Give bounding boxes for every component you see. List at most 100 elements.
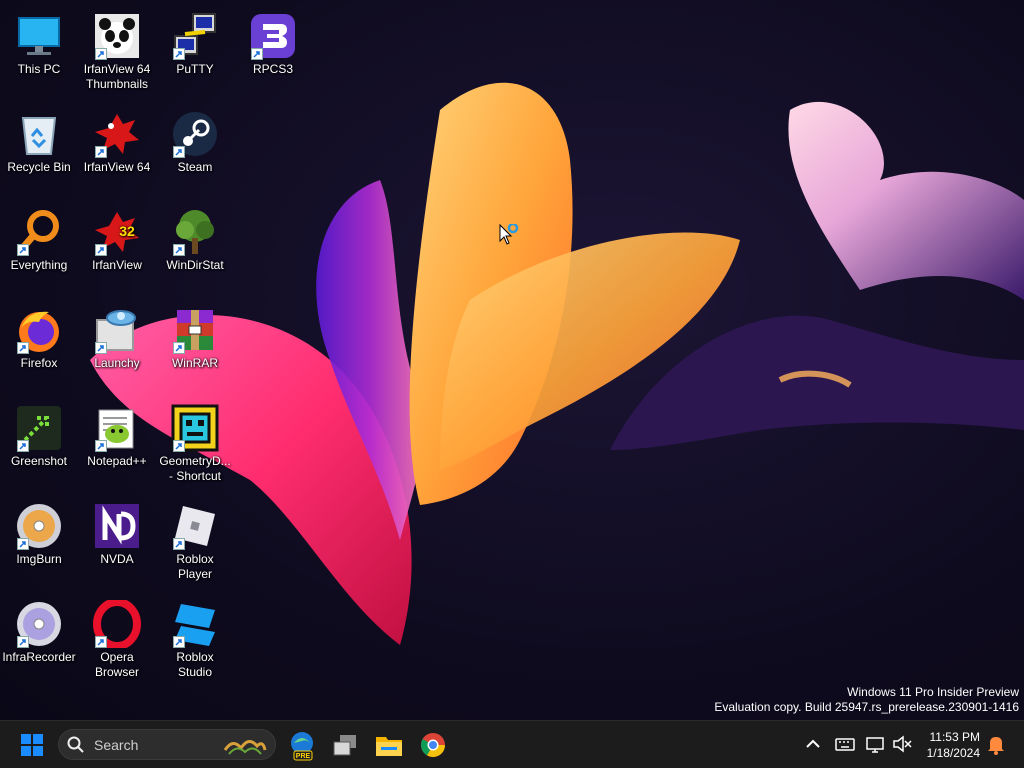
desktop-icon-notepadpp[interactable]: Notepad++	[78, 396, 156, 486]
shortcut-arrow-icon	[175, 51, 182, 58]
desktop-icon-firefox[interactable]: Firefox	[0, 298, 78, 388]
shortcut-arrow-icon	[19, 247, 26, 254]
shortcut-arrow-icon	[19, 541, 26, 548]
search-icon	[67, 736, 84, 753]
desktop-icon-putty[interactable]: PuTTY	[156, 4, 234, 94]
start-button[interactable]	[14, 727, 50, 763]
icon-label: WinRAR	[171, 356, 218, 370]
irfanview-32-badge: 32	[119, 223, 135, 239]
icon-label: Steam	[177, 160, 213, 174]
shortcut-arrow-icon	[175, 149, 182, 156]
icon-label: Greenshot	[10, 454, 68, 468]
watermark-edition: Windows 11 Pro Insider Preview	[847, 685, 1019, 699]
chrome-button[interactable]	[415, 727, 451, 763]
notification-center-button[interactable]	[984, 731, 1008, 757]
icon-label: Roblox Studio	[176, 650, 214, 679]
chevron-up-icon	[806, 739, 820, 748]
taskbar-clock[interactable]: 11:53 PM 1/18/2024	[927, 729, 980, 761]
touch-keyboard-button[interactable]	[833, 731, 857, 757]
desktop-icon-this-pc[interactable]: This PC	[0, 4, 78, 94]
network-button[interactable]	[864, 731, 888, 757]
task-view-button[interactable]	[327, 727, 363, 763]
task-view-icon	[333, 735, 356, 756]
nvda-icon	[95, 504, 139, 548]
shortcut-arrow-icon	[97, 639, 104, 646]
shortcut-arrow-icon	[19, 345, 26, 352]
icon-label: PuTTY	[176, 62, 214, 76]
desktop-icon-everything[interactable]: Everything	[0, 200, 78, 290]
icon-label: Recycle Bin	[7, 160, 71, 174]
edge-beta-icon: PRE	[291, 732, 313, 761]
network-icon	[866, 737, 884, 753]
shortcut-arrow-icon	[175, 345, 182, 352]
shortcut-arrow-icon	[97, 247, 104, 254]
icon-label: Opera Browser	[94, 650, 139, 679]
bell-icon	[988, 737, 1004, 755]
desktop-icon-irfanview[interactable]: 32 IrfanView	[78, 200, 156, 290]
recycle-bin-icon	[21, 117, 57, 155]
busy-cursor-icon	[499, 224, 519, 245]
desktop-icon-roblox-player[interactable]: Roblox Player	[156, 494, 234, 584]
watermark-build: Evaluation copy. Build 25947.rs_prerelea…	[714, 700, 1019, 714]
shortcut-arrow-icon	[175, 247, 182, 254]
edge-beta-button[interactable]: PRE	[284, 727, 320, 763]
icon-label: Launchy	[94, 356, 140, 370]
edge-pre-badge: PRE	[296, 753, 311, 760]
taskbar: Search PRE 11:53 PM 1/18/2024	[0, 720, 1024, 768]
icon-label: Roblox Player	[176, 552, 214, 581]
desktop[interactable]: This PC IrfanView 64 Thumbnails PuTTY RP…	[0, 0, 1024, 720]
icon-label: GeometryD... - Shortcut	[159, 454, 231, 483]
search-placeholder: Search	[94, 737, 139, 753]
desktop-icon-infrarecorder[interactable]: InfraRecorder	[0, 592, 78, 682]
shortcut-arrow-icon	[97, 345, 104, 352]
icon-label: WinDirStat	[166, 258, 224, 272]
desktop-icon-winrar[interactable]: WinRAR	[156, 298, 234, 388]
desktop-icon-rpcs3[interactable]: RPCS3	[234, 4, 312, 94]
shortcut-arrow-icon	[175, 541, 182, 548]
tray-overflow-button[interactable]	[801, 731, 825, 757]
desktop-icon-geometry-dash[interactable]: GeometryD... - Shortcut	[156, 396, 234, 486]
desktop-icon-greenshot[interactable]: Greenshot	[0, 396, 78, 486]
search-highlight-icon	[223, 740, 267, 755]
computer-icon	[18, 17, 60, 55]
icon-label: This PC	[17, 62, 61, 76]
shortcut-arrow-icon	[253, 51, 260, 58]
icon-label: Firefox	[20, 356, 58, 370]
clock-time: 11:53 PM	[929, 730, 980, 744]
desktop-icon-windirstat[interactable]: WinDirStat	[156, 200, 234, 290]
desktop-icon-recycle-bin[interactable]: Recycle Bin	[0, 102, 78, 192]
volume-button[interactable]	[890, 731, 914, 757]
taskbar-search-box[interactable]: Search	[58, 729, 276, 760]
windows-logo-icon	[21, 734, 43, 756]
shortcut-arrow-icon	[175, 443, 182, 450]
shortcut-arrow-icon	[97, 149, 104, 156]
file-explorer-button[interactable]	[371, 727, 407, 763]
icon-label: IrfanView 64 Thumbnails	[83, 62, 151, 91]
shortcut-arrow-icon	[19, 639, 26, 646]
chrome-icon	[420, 733, 445, 758]
desktop-icon-nvda[interactable]: NVDA	[78, 494, 156, 584]
desktop-icon-opera[interactable]: Opera Browser	[78, 592, 156, 682]
desktop-icon-launchy[interactable]: Launchy	[78, 298, 156, 388]
desktop-icon-irfanview64-thumbnails[interactable]: IrfanView 64 Thumbnails	[78, 4, 156, 94]
icon-label: Everything	[10, 258, 68, 272]
icon-label: IrfanView 64	[83, 160, 151, 174]
desktop-icon-imgburn[interactable]: ImgBurn	[0, 494, 78, 584]
icon-label: NVDA	[100, 552, 134, 566]
shortcut-arrow-icon	[97, 51, 104, 58]
shortcut-arrow-icon	[175, 639, 182, 646]
desktop-icon-steam[interactable]: Steam	[156, 102, 234, 192]
windows-watermark: Windows 11 Pro Insider Preview Evaluatio…	[714, 685, 1019, 715]
icon-label: InfraRecorder	[2, 650, 76, 664]
keyboard-icon	[835, 738, 855, 751]
shortcut-arrow-icon	[97, 443, 104, 450]
desktop-icon-irfanview64[interactable]: IrfanView 64	[78, 102, 156, 192]
icon-label: Notepad++	[87, 454, 147, 468]
icon-label: ImgBurn	[16, 552, 62, 566]
icon-label: IrfanView	[92, 258, 142, 272]
clock-date: 1/18/2024	[926, 746, 980, 760]
icon-label: RPCS3	[252, 62, 293, 76]
desktop-icon-roblox-studio[interactable]: Roblox Studio	[156, 592, 234, 682]
file-explorer-icon	[376, 737, 402, 756]
shortcut-arrow-icon	[19, 443, 26, 450]
